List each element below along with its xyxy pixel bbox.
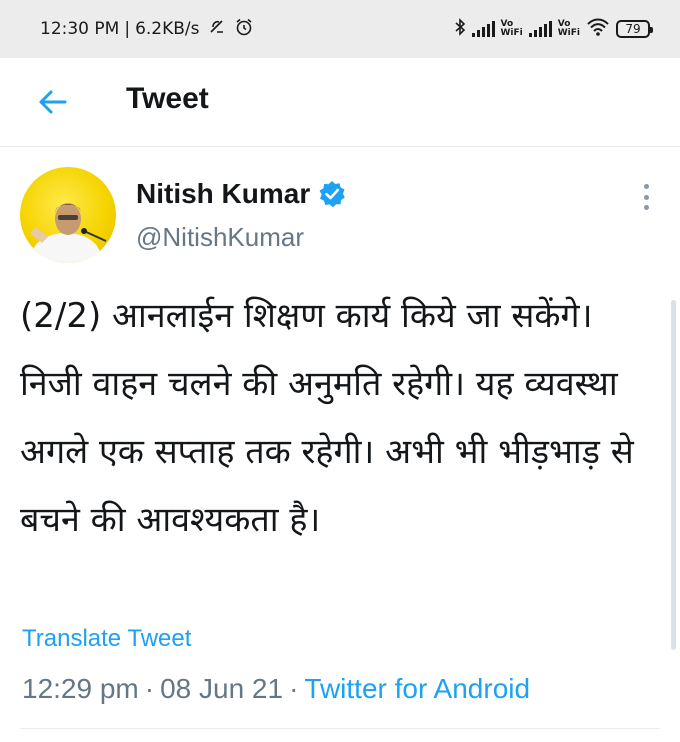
tweet-source-link[interactable]: Twitter for Android	[304, 673, 530, 704]
avatar[interactable]	[20, 167, 116, 263]
more-vertical-icon-dot	[643, 184, 649, 189]
status-right: Vo WiFi Vo WiFi 79	[454, 0, 653, 58]
vowifi-indicator-1: Vo WiFi	[500, 19, 523, 38]
status-time: 12:30 PM	[40, 19, 120, 39]
status-left: 12:30 PM | 6.2KB/s	[40, 0, 254, 58]
divider	[20, 728, 660, 729]
vowifi-indicator-2: Vo WiFi	[557, 19, 580, 38]
wifi-icon	[586, 18, 610, 40]
profile-photo	[30, 203, 107, 263]
author-handle[interactable]: @NitishKumar	[136, 222, 304, 253]
author-name-text: Nitish Kumar	[136, 178, 311, 209]
status-separator: |	[124, 19, 131, 39]
scrollbar[interactable]	[671, 300, 676, 650]
tweet-time: 12:29 pm	[22, 673, 139, 704]
more-options-button[interactable]	[636, 182, 656, 212]
translate-tweet-link[interactable]: Translate Tweet	[22, 625, 191, 653]
page-title: Tweet	[126, 82, 209, 115]
alarm-icon	[234, 17, 254, 41]
more-vertical-icon-dot	[643, 194, 649, 200]
data-speed: 6.2KB/s	[135, 19, 200, 39]
signal-strength-icon	[471, 21, 495, 37]
status-bar: 12:30 PM | 6.2KB/s Vo WiFi Vo WiFi 79	[0, 0, 680, 58]
arrow-left-icon	[39, 90, 67, 114]
verified-badge-icon	[319, 181, 346, 208]
back-button[interactable]	[32, 82, 72, 122]
more-vertical-icon-dot	[643, 205, 649, 210]
tweet-metadata: 12:29 pm · 08 Jun 21 · Twitter for Android	[22, 673, 530, 705]
meta-separator: ·	[144, 673, 155, 704]
notification-icon	[208, 18, 226, 40]
bluetooth-icon	[454, 18, 466, 40]
meta-separator-2: ·	[289, 673, 299, 704]
battery-indicator: 79	[616, 20, 653, 38]
tweet-text: (2/2) आनलाईन शिक्षण कार्य किये जा सकेंगे…	[20, 296, 634, 540]
tweet-date: 08 Jun 21	[160, 673, 284, 704]
author-name[interactable]: Nitish Kumar	[136, 178, 346, 210]
signal-strength-icon-2	[528, 21, 552, 37]
top-app-bar: Tweet	[0, 58, 680, 147]
